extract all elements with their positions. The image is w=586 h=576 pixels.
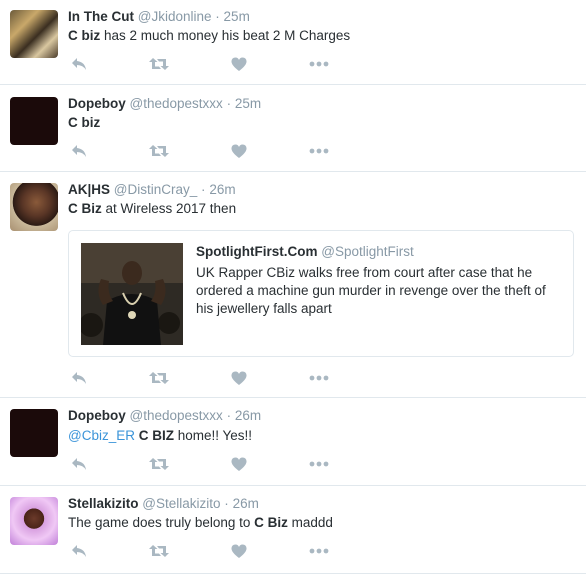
more-icon[interactable]: [308, 369, 330, 387]
tweet[interactable]: AK|HS @DistinCray_ · 26m C Biz at Wirele…: [0, 172, 586, 398]
separator-dot: ·: [215, 9, 220, 24]
tweet-header: In The Cut @Jkidonline · 25m: [68, 9, 250, 24]
highlight-term: C biz: [68, 28, 101, 43]
heart-icon[interactable]: [228, 142, 250, 160]
tweet-header: Dopeboy @thedopestxxx · 25m: [68, 96, 261, 111]
avatar[interactable]: [10, 497, 58, 545]
user-name[interactable]: AK|HS: [68, 182, 110, 197]
reply-icon[interactable]: [68, 55, 90, 73]
tweet-text-rest: maddd: [287, 515, 333, 530]
heart-icon[interactable]: [228, 542, 250, 560]
avatar[interactable]: [10, 409, 58, 457]
separator-dot: ·: [226, 408, 232, 423]
reply-icon[interactable]: [68, 542, 90, 560]
user-name[interactable]: Stellakizito: [68, 496, 139, 511]
retweet-icon[interactable]: [148, 542, 170, 560]
tweet-header: AK|HS @DistinCray_ · 26m: [68, 182, 236, 197]
tweet-text-rest: home!! Yes!!: [174, 428, 253, 443]
timestamp[interactable]: 25m: [224, 9, 250, 24]
highlight-term: C biz: [68, 115, 101, 130]
user-name[interactable]: In The Cut: [68, 9, 134, 24]
reply-icon[interactable]: [68, 142, 90, 160]
user-handle[interactable]: @thedopestxxx: [130, 408, 223, 423]
tweet-header: Stellakizito @Stellakizito · 26m: [68, 496, 259, 511]
tweet-text: The game does truly belong to C Biz madd…: [68, 515, 333, 530]
highlight-term: C Biz: [68, 201, 102, 216]
heart-icon[interactable]: [228, 369, 250, 387]
user-name[interactable]: Dopeboy: [68, 408, 126, 423]
tweet-text: C Biz at Wireless 2017 then: [68, 201, 236, 216]
tweet-text: @Cbiz_ER C BIZ home!! Yes!!: [68, 428, 252, 443]
card-image: [81, 243, 183, 345]
avatar[interactable]: [10, 97, 58, 145]
timestamp[interactable]: 26m: [235, 408, 261, 423]
more-icon[interactable]: [308, 455, 330, 473]
tweet-text: C biz has 2 much money his beat 2 M Char…: [68, 28, 350, 43]
card-source-handle: @SpotlightFirst: [321, 244, 414, 259]
user-handle[interactable]: @DistinCray_: [114, 182, 197, 197]
separator-dot: ·: [226, 96, 232, 111]
avatar[interactable]: [10, 10, 58, 58]
mention-link[interactable]: @Cbiz_ER: [68, 428, 135, 443]
user-handle[interactable]: @thedopestxxx: [130, 96, 223, 111]
user-handle[interactable]: @Stellakizito: [142, 496, 220, 511]
avatar[interactable]: [10, 183, 58, 231]
tweet-text-rest: has 2 much money his beat 2 M Charges: [100, 28, 351, 43]
link-card[interactable]: SpotlightFirst.Com @SpotlightFirst UK Ra…: [68, 230, 574, 357]
heart-icon[interactable]: [228, 455, 250, 473]
reply-icon[interactable]: [68, 369, 90, 387]
highlight-term: C Biz: [254, 515, 288, 530]
tweet[interactable]: Dopeboy @thedopestxxx · 26m @Cbiz_ER C B…: [0, 398, 586, 486]
tweet[interactable]: Stellakizito @Stellakizito · 26m The gam…: [0, 486, 586, 574]
more-icon[interactable]: [308, 55, 330, 73]
card-source: SpotlightFirst.Com @SpotlightFirst: [196, 244, 414, 259]
tweet-text-rest: at Wireless 2017 then: [101, 201, 237, 216]
timestamp[interactable]: 26m: [209, 182, 235, 197]
retweet-icon[interactable]: [148, 455, 170, 473]
tweet-text-pre: The game does truly belong to: [68, 515, 255, 530]
tweet[interactable]: Dopeboy @thedopestxxx · 25m C biz: [0, 85, 586, 172]
tweet-header: Dopeboy @thedopestxxx · 26m: [68, 408, 261, 423]
heart-icon[interactable]: [228, 55, 250, 73]
tweet-text: C biz: [68, 115, 100, 130]
more-icon[interactable]: [308, 142, 330, 160]
separator-dot: ·: [201, 182, 206, 197]
retweet-icon[interactable]: [148, 55, 170, 73]
reply-icon[interactable]: [68, 455, 90, 473]
timestamp[interactable]: 25m: [235, 96, 261, 111]
timestamp[interactable]: 26m: [233, 496, 259, 511]
retweet-icon[interactable]: [148, 369, 170, 387]
highlight-term: C BIZ: [138, 428, 174, 443]
user-handle[interactable]: @Jkidonline: [138, 9, 212, 24]
retweet-icon[interactable]: [148, 142, 170, 160]
user-name[interactable]: Dopeboy: [68, 96, 126, 111]
more-icon[interactable]: [308, 542, 330, 560]
tweet[interactable]: In The Cut @Jkidonline · 25m C biz has 2…: [0, 0, 586, 85]
separator-dot: ·: [224, 496, 229, 511]
card-source-name: SpotlightFirst.Com: [196, 244, 318, 259]
card-photo: [81, 243, 183, 345]
card-description: UK Rapper CBiz walks free from court aft…: [196, 265, 546, 316]
